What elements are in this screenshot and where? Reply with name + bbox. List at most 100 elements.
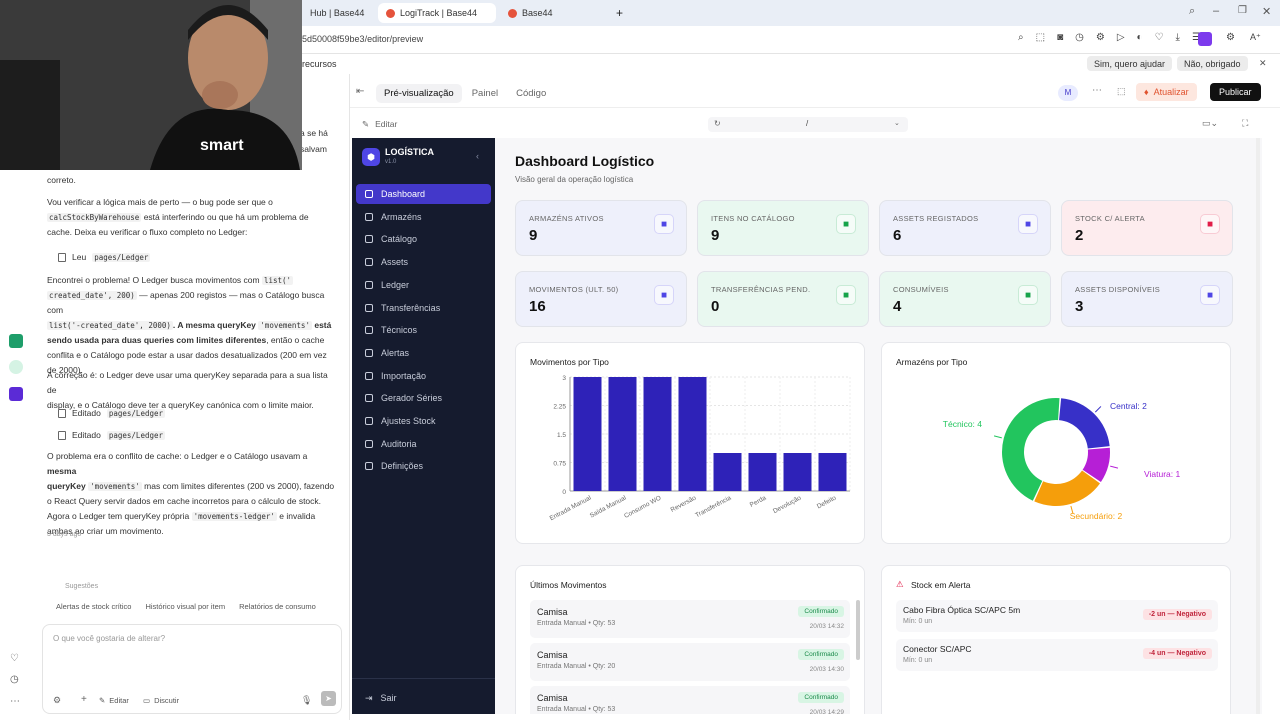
zoom-icon[interactable]: ⌕ [1018,32,1024,43]
sidebar-item-dashboard[interactable]: Dashboard [356,184,491,204]
share-icon[interactable]: ⬚ [1117,86,1126,97]
sidebar-item-t-cnicos[interactable]: Técnicos [356,320,491,340]
nav-label: Técnicos [381,325,418,336]
route-selector[interactable]: ↻ / ⌄ [708,117,908,132]
browser-tab[interactable]: Base44 [500,3,610,23]
device-toggle-icon[interactable]: ▭⌄ [1202,118,1218,129]
chat-bubble-icon: ▭ [143,696,151,705]
sidebar-item-alertas[interactable]: Alertas [356,343,491,363]
collapse-sidebar-icon[interactable]: ‹ [476,151,479,161]
tab-code[interactable]: Código [508,84,554,103]
stat-label: CONSUMÍVEIS [893,285,949,294]
settings-icon[interactable]: ⚙ [53,695,61,706]
text: e invalida [279,511,316,521]
url-text[interactable]: 5d50008f59be3/editor/preview [302,34,423,44]
chart-title: Armazéns por Tipo [896,357,968,367]
sidebar-item-armaz-ns[interactable]: Armazéns [356,207,491,227]
discuss-mode-button[interactable]: ▭ Discutir [143,696,179,705]
text: está interferindo ou que há um problema … [143,212,309,222]
sidebar-item-defini-es[interactable]: Definições [356,456,491,476]
collaborator-avatar[interactable]: M [1058,85,1078,101]
text: mesma [47,466,77,476]
y-tick-label: 2.25 [553,404,566,411]
logout-button[interactable]: ⇥ Sair [365,693,397,704]
screenshot-icon[interactable]: ◙ [1057,32,1063,43]
search-tabs-icon[interactable]: ⌕ [1189,5,1195,18]
suggestion-chip[interactable]: Relatórios de consumo [239,602,316,611]
add-attachment-icon[interactable]: + [81,694,87,705]
extension-icon[interactable]: ◐ [1137,32,1143,43]
tool-call-edit[interactable]: Editado pages/Ledger [58,408,166,418]
x-tick-label: Perda [749,494,768,509]
tool-call-read[interactable]: Leu pages/Ledger [58,252,151,262]
no-thanks-button[interactable]: Não, obrigado [1177,56,1248,71]
more-icon[interactable]: ⋯ [10,696,20,707]
sidebar-item-importa-o[interactable]: Importação [356,366,491,386]
browser-tab-active[interactable]: LogiTrack | Base44 [378,3,496,23]
more-options-icon[interactable]: ⋯ [1092,85,1102,96]
chat-input-box[interactable]: O que você gostaria de alterar? ⚙ + ✎ Edi… [42,624,342,714]
profile-extension-icon[interactable] [1198,32,1212,46]
list-item[interactable]: Camisa Entrada Manual • Qty: 20 Confirmado… [530,643,850,681]
install-icon[interactable]: ⬚ [1036,32,1045,43]
box-icon [365,258,373,267]
edit-mode-toggle[interactable]: ✎ Editar [362,119,397,130]
tool-call-edit[interactable]: Editado pages/Ledger [58,430,166,440]
bar [643,377,672,491]
send-button[interactable]: ➤ [321,691,336,706]
microphone-icon[interactable]: 🎙 [301,695,312,706]
sidebar-item-auditoria[interactable]: Auditoria [356,434,491,454]
update-button[interactable]: ♦ Atualizar [1136,83,1197,101]
minimize-icon[interactable]: – [1213,5,1219,17]
code-span: created_date', 200) [47,291,137,300]
favorite-icon[interactable]: ♡ [1155,32,1164,43]
sliders-icon [365,417,373,425]
suggestion-chip[interactable]: Histórico visual por item [145,602,225,611]
item-date: 20/03 14:32 [809,623,844,630]
rail-app-icon[interactable] [9,387,23,401]
tab-dashboard[interactable]: Painel [464,84,506,103]
list-item[interactable]: Camisa Entrada Manual • Qty: 53 Confirmado… [530,686,850,714]
list-item[interactable]: Cabo Fibra Óptica SC/APC 5m Mín: 0 un -2 u… [896,600,1218,632]
logout-label: Sair [380,693,397,703]
sidebar-item-cat-logo[interactable]: Catálogo [356,229,491,249]
edit-mode-button[interactable]: ✎ Editar [99,696,129,705]
publish-button[interactable]: Publicar [1210,83,1261,101]
sidebar-item-ledger[interactable]: Ledger [356,275,491,295]
ai-assistant-icon[interactable]: A⁺ [1250,32,1261,43]
text: Agora o Ledger tem queryKey própria [47,511,190,521]
clock-icon[interactable]: ◷ [10,674,19,685]
collapse-panel-icon[interactable]: ⇤ [356,86,364,97]
main-scrollbar[interactable] [1256,138,1260,714]
sidebar-item-gerador-s-ries[interactable]: Gerador Séries [356,388,491,408]
sidebar-item-assets[interactable]: Assets [356,252,491,272]
y-tick-label: 3 [562,375,566,382]
new-tab-icon[interactable]: + [616,6,623,20]
scrollbar[interactable] [856,600,860,660]
suggestion-chip[interactable]: Alertas de stock crítico [56,602,131,611]
download-icon[interactable]: ⤓ [1176,32,1180,43]
chevron-down-icon: ⌄ [894,120,900,127]
sidebar-item-ajustes-stock[interactable]: Ajustes Stock [356,411,491,431]
rail-app-icon[interactable] [9,334,23,348]
rail-app-icon[interactable] [9,360,23,374]
text: queryKey [47,481,86,491]
close-infobar-icon[interactable]: ✕ [1259,58,1267,69]
settings-icon[interactable]: ⚙ [1226,32,1235,43]
yes-help-button[interactable]: Sim, quero ajudar [1087,56,1173,71]
list-item[interactable]: Conector SC/APC Mín: 0 un -4 un — Negativo [896,639,1218,671]
tab-preview[interactable]: Pré-visualização [376,84,462,103]
browser-tab[interactable]: Hub | Base44 [302,3,372,23]
sidebar-item-transfer-ncias[interactable]: Transferências [356,298,491,318]
fullscreen-icon[interactable]: ⛶ [1242,118,1248,129]
refresh-icon[interactable]: ↻ [714,119,721,128]
favorite-icon[interactable]: ♡ [10,653,19,664]
tab-label: Base44 [522,8,553,18]
extension-icon[interactable]: ⚙ [1096,32,1105,43]
play-icon[interactable]: ▷ [1117,32,1125,43]
barcode-icon [365,394,373,403]
maximize-icon[interactable]: ❐ [1238,5,1247,16]
history-icon[interactable]: ◷ [1075,32,1084,43]
list-item[interactable]: Camisa Entrada Manual • Qty: 53 Confirmado… [530,600,850,638]
close-window-icon[interactable]: ✕ [1262,5,1271,18]
